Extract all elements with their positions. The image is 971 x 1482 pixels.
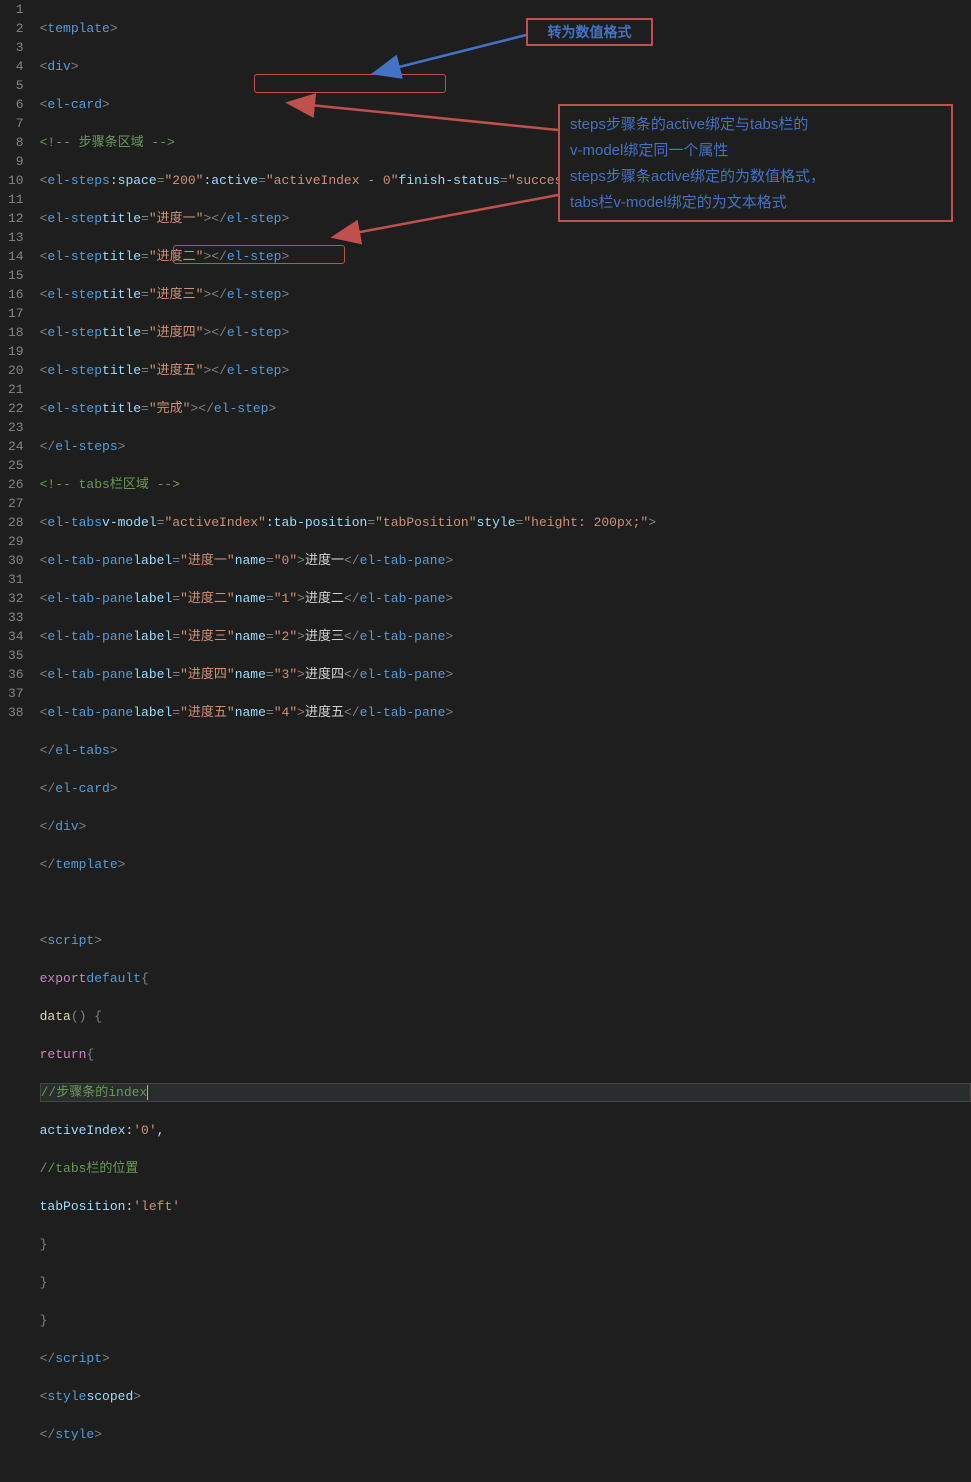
annotation-callout-2: steps步骤条的active绑定与tabs栏的 v-model绑定同一个属性 …	[558, 104, 953, 222]
text-cursor	[147, 1085, 148, 1100]
annotation-callout-1: 转为数值格式	[526, 18, 653, 46]
line-gutter: 1234567891011121314151617181920212223242…	[0, 0, 40, 752]
